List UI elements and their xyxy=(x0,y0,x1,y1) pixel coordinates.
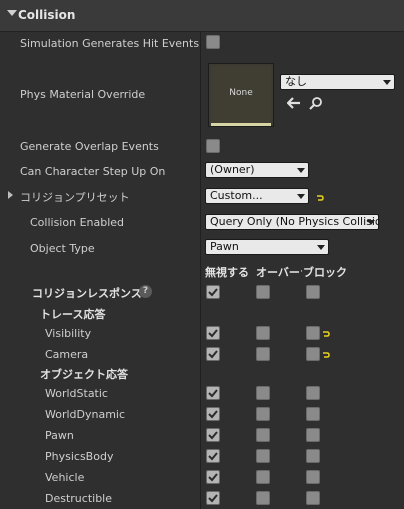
section-title: Collision xyxy=(18,8,76,22)
collision-section-header[interactable]: Collision xyxy=(0,0,404,32)
reset-arrow-icon[interactable] xyxy=(322,349,330,358)
sim-hit-label: Simulation Generates Hit Events xyxy=(20,37,200,50)
chevron-down-icon xyxy=(383,80,391,85)
response-row-label: Pawn xyxy=(45,429,74,442)
block-checkbox[interactable] xyxy=(306,428,320,442)
material-thumbnail[interactable]: None xyxy=(208,63,274,127)
help-icon[interactable]: ? xyxy=(139,285,152,298)
column-ignore: 無視する xyxy=(205,266,249,279)
collision-enabled-dropdown[interactable]: Query Only (No Physics Collision) xyxy=(205,214,379,230)
preset-dropdown[interactable]: Custom... xyxy=(205,188,309,204)
response-row-label: Camera xyxy=(45,348,89,361)
overlap-events-label: Generate Overlap Events xyxy=(20,140,159,153)
collision-responses-label: コリジョンレスポンス xyxy=(32,287,142,300)
block-checkbox[interactable] xyxy=(306,470,320,484)
responses-block-all-checkbox[interactable] xyxy=(306,285,320,299)
arrow-left-icon[interactable] xyxy=(286,97,301,109)
chevron-down-icon xyxy=(317,245,325,250)
response-row-label: Vehicle xyxy=(45,471,85,484)
response-row-label: WorldDynamic xyxy=(45,408,126,421)
overlap-checkbox[interactable] xyxy=(256,491,270,505)
collision-enabled-label: Collision Enabled xyxy=(30,216,125,229)
object-type-dropdown[interactable]: Pawn xyxy=(205,239,329,255)
collapse-arrow-icon[interactable] xyxy=(7,10,17,16)
column-divider xyxy=(200,0,201,509)
block-checkbox[interactable] xyxy=(306,491,320,505)
block-checkbox[interactable] xyxy=(306,386,320,400)
phys-material-dropdown[interactable]: なし xyxy=(280,74,395,90)
block-checkbox[interactable] xyxy=(306,407,320,421)
reset-arrow-icon[interactable] xyxy=(322,328,330,337)
overlap-checkbox[interactable] xyxy=(256,428,270,442)
block-checkbox[interactable] xyxy=(306,326,320,340)
chevron-down-icon xyxy=(297,168,305,173)
ignore-checkbox[interactable] xyxy=(206,449,220,463)
response-row-label: Visibility xyxy=(45,327,92,340)
object-responses-label: オブジェクト応答 xyxy=(40,368,128,381)
block-checkbox[interactable] xyxy=(306,347,320,361)
search-icon[interactable] xyxy=(309,96,323,110)
ignore-checkbox[interactable] xyxy=(206,386,220,400)
thumbnail-text: None xyxy=(229,88,253,98)
chevron-down-icon xyxy=(297,194,305,199)
expand-arrow-icon[interactable] xyxy=(8,191,13,199)
ignore-checkbox[interactable] xyxy=(206,428,220,442)
ignore-checkbox[interactable] xyxy=(206,470,220,484)
ignore-checkbox[interactable] xyxy=(206,407,220,421)
trace-responses-label: トレース応答 xyxy=(40,308,106,321)
responses-ignore-all-checkbox[interactable] xyxy=(206,285,220,299)
step-up-value: (Owner) xyxy=(210,163,255,176)
details-panel: Collision Simulation Generates Hit Event… xyxy=(0,0,404,509)
overlap-checkbox[interactable] xyxy=(256,407,270,421)
overlap-checkbox[interactable] xyxy=(256,449,270,463)
overlap-events-checkbox[interactable] xyxy=(206,139,220,153)
phys-material-value: なし xyxy=(285,75,307,88)
step-up-label: Can Character Step Up On xyxy=(20,165,166,178)
block-checkbox[interactable] xyxy=(306,449,320,463)
preset-value: Custom... xyxy=(210,189,263,202)
phys-material-label: Phys Material Override xyxy=(20,88,146,101)
overlap-checkbox[interactable] xyxy=(256,347,270,361)
ignore-checkbox[interactable] xyxy=(206,491,220,505)
ignore-checkbox[interactable] xyxy=(206,326,220,340)
object-type-value: Pawn xyxy=(210,240,239,253)
object-type-label: Object Type xyxy=(30,242,95,255)
ignore-checkbox[interactable] xyxy=(206,347,220,361)
sim-hit-checkbox[interactable] xyxy=(206,35,220,49)
responses-overlap-all-checkbox[interactable] xyxy=(256,285,270,299)
collision-enabled-value: Query Only (No Physics Collision) xyxy=(210,215,379,228)
chevron-down-icon xyxy=(367,220,375,225)
step-up-dropdown[interactable]: (Owner) xyxy=(205,162,309,178)
response-row-label: WorldStatic xyxy=(45,387,108,400)
response-row-label: Destructible xyxy=(45,492,112,505)
overlap-checkbox[interactable] xyxy=(256,386,270,400)
overlap-checkbox[interactable] xyxy=(256,326,270,340)
column-block: ブロック xyxy=(302,264,347,280)
preset-label: コリジョンプリセット xyxy=(20,191,130,204)
reset-arrow-icon[interactable] xyxy=(316,192,324,201)
response-row-label: PhysicsBody xyxy=(45,450,114,463)
overlap-checkbox[interactable] xyxy=(256,470,270,484)
